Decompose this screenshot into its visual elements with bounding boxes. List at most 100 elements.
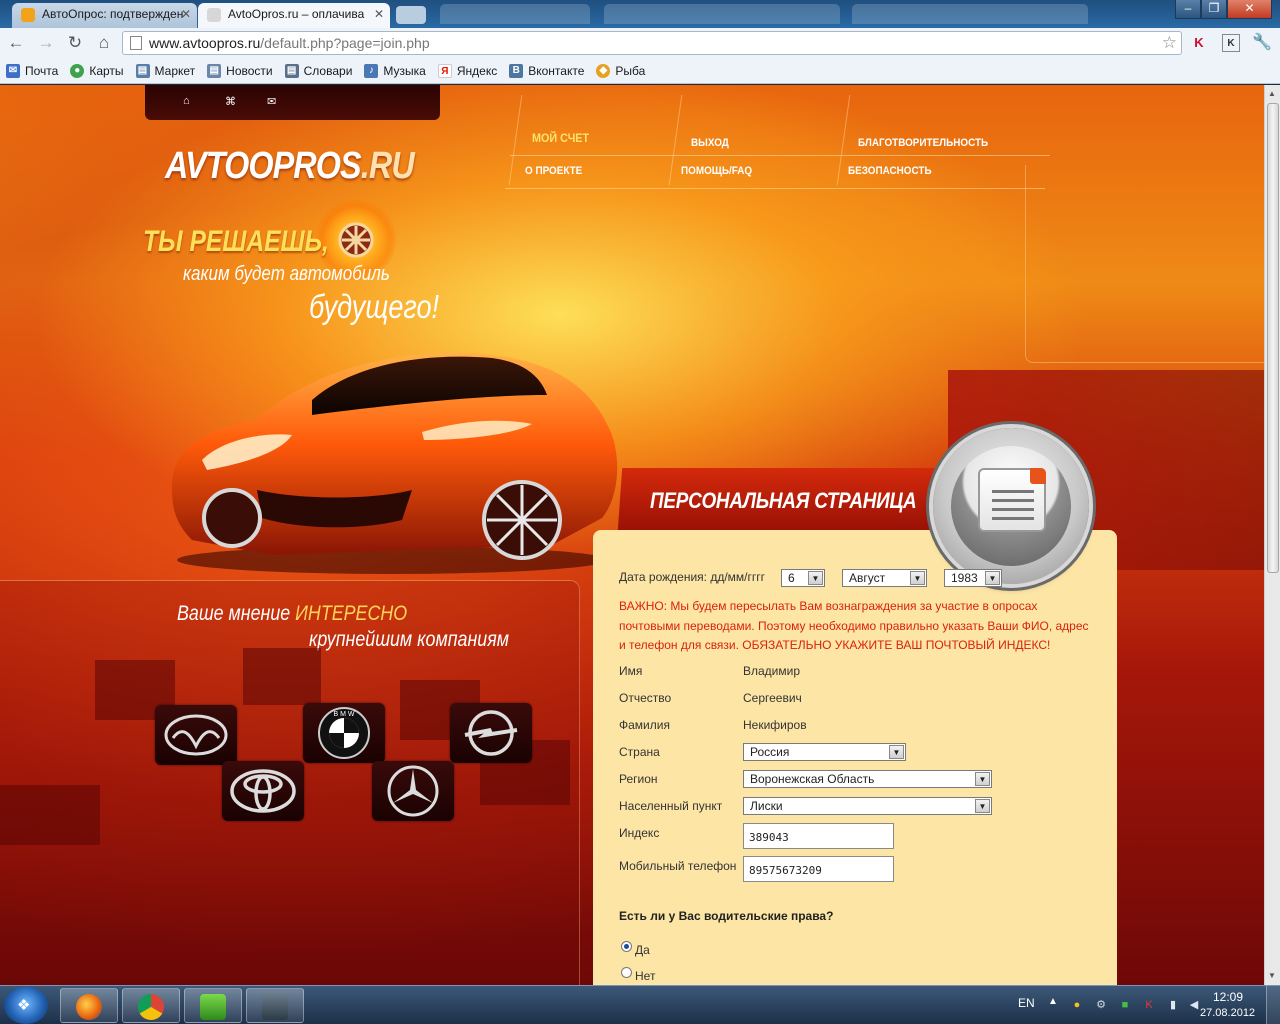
- bookmark-mail[interactable]: ✉ Почта: [6, 63, 58, 78]
- maximize-button[interactable]: ❐: [1201, 0, 1227, 19]
- country-select[interactable]: Россия ▼: [743, 743, 906, 761]
- sports-car-image: [171, 352, 618, 574]
- clock-time[interactable]: 12:09: [1213, 990, 1243, 1004]
- windows-taskbar: ❖ EN ▲ ● ⚙ ■ K ▮ ◀ 12:09 27.08.2012: [0, 985, 1280, 1024]
- menu-divider: [508, 95, 523, 185]
- bookmark-yandex[interactable]: Я Яндекс: [437, 63, 497, 78]
- scroll-up-icon[interactable]: ▲: [1268, 89, 1276, 98]
- page-icon: [130, 36, 142, 50]
- wrench-menu-icon[interactable]: 🔧: [1252, 34, 1272, 52]
- new-tab-button[interactable]: [396, 6, 426, 24]
- kaspersky-icon[interactable]: K: [1142, 998, 1156, 1012]
- zip-label: Индекс: [619, 826, 660, 840]
- network-icon[interactable]: ▮: [1166, 998, 1180, 1012]
- document-icon: [978, 468, 1046, 532]
- language-indicator[interactable]: EN: [1018, 996, 1035, 1010]
- bookmark-market[interactable]: ▤ Маркет: [135, 63, 195, 78]
- firefox-icon: [76, 994, 102, 1020]
- taskbar-counter-strike[interactable]: [246, 988, 304, 1023]
- taskbar-firefox[interactable]: [60, 988, 118, 1023]
- taskbar-chrome[interactable]: [122, 988, 180, 1023]
- address-bar[interactable]: www.avtoopros.ru/default.php?page=join.p…: [122, 31, 1182, 55]
- mail-icon: ✉: [6, 63, 20, 78]
- reload-icon[interactable]: ↻: [64, 32, 86, 54]
- mail-icon[interactable]: ✉: [267, 95, 276, 108]
- page-scrollbar[interactable]: ▲ ▼: [1264, 85, 1280, 985]
- license-yes-radio[interactable]: [621, 941, 632, 952]
- bookmark-news[interactable]: ▤ Новости: [207, 63, 273, 78]
- menu-security[interactable]: БЕЗОПАСНОСТЬ: [848, 165, 932, 177]
- steam-icon[interactable]: ⚙: [1094, 998, 1108, 1012]
- extension-icon[interactable]: K: [1222, 34, 1240, 52]
- bookmark-dictionaries[interactable]: ▤ Словари: [284, 63, 352, 78]
- forward-icon[interactable]: →: [35, 32, 57, 54]
- postal-warning: ВАЖНО: Мы будем пересылать Вам вознаграж…: [619, 599, 1089, 652]
- scroll-thumb[interactable]: [1267, 103, 1279, 573]
- first-name-value: Владимир: [743, 664, 801, 678]
- document-corner: [1030, 468, 1046, 484]
- close-icon[interactable]: ✕: [374, 7, 384, 21]
- city-select[interactable]: Лиски ▼: [743, 797, 992, 815]
- tab-title: AvtoOpros.ru – оплачива: [228, 7, 365, 21]
- birth-year-select[interactable]: 1983 ▼: [944, 569, 1002, 587]
- clock-date[interactable]: 27.08.2012: [1200, 1007, 1255, 1019]
- toyota-logo-icon[interactable]: [222, 761, 304, 821]
- site-logo[interactable]: AVTOOPROS.RU: [165, 145, 415, 188]
- menu-about[interactable]: О ПРОЕКТЕ: [525, 165, 582, 177]
- back-icon[interactable]: ←: [5, 32, 27, 54]
- close-icon[interactable]: ✕: [181, 7, 191, 21]
- menu-charity[interactable]: БЛАГОТВОРИТЕЛЬНОСТЬ: [858, 137, 988, 149]
- site-favicon-icon: [207, 8, 221, 22]
- menu-help[interactable]: ПОМОЩЬ/FAQ: [681, 165, 752, 177]
- zip-input[interactable]: 389043: [743, 823, 894, 849]
- close-window-button[interactable]: ✕: [1227, 0, 1272, 19]
- bmw-logo-icon[interactable]: B M W: [303, 703, 385, 763]
- country-label: Страна: [619, 745, 660, 759]
- sitemap-icon[interactable]: ⌘: [225, 95, 236, 108]
- phone-input[interactable]: 89575673209: [743, 856, 894, 882]
- page-viewport: ⌂ ⌘ ✉ AVTOOPROS.RU МОЙ СЧЕТ ВЫХОД БЛАГОТ…: [0, 85, 1264, 985]
- birth-day-select[interactable]: 6 ▼: [781, 569, 825, 587]
- volume-icon[interactable]: ◀: [1187, 998, 1201, 1012]
- home-icon[interactable]: ⌂: [183, 95, 190, 107]
- tab-avtoopros-confirm[interactable]: АвтоОпрос: подтвержден ✕: [12, 3, 197, 28]
- bookmarks-bar: ✉ Почта ● Карты ▤ Маркет ▤ Новости ▤ Словари …: [0, 58, 1280, 84]
- slogan-line-1: ТЫ РЕШАЕШЬ,: [143, 225, 329, 258]
- bookmark-music[interactable]: ♪ Музыка: [364, 63, 426, 78]
- mercedes-logo-icon[interactable]: [372, 761, 454, 821]
- opel-logo-icon[interactable]: [450, 703, 532, 763]
- license-no-label[interactable]: Нет: [635, 969, 655, 983]
- license-no-radio[interactable]: [621, 967, 632, 978]
- document-line: [992, 517, 1034, 520]
- kaspersky-extension-icon[interactable]: K: [1190, 34, 1208, 52]
- decorative-tile: [0, 785, 100, 845]
- menu-my-account[interactable]: МОЙ СЧЕТ: [532, 131, 589, 145]
- taskbar-app[interactable]: [184, 988, 242, 1023]
- background-window-tab: [852, 4, 1088, 24]
- region-select[interactable]: Воронежская Область ▼: [743, 770, 992, 788]
- home-icon[interactable]: ⌂: [93, 32, 115, 54]
- bookmark-star-icon[interactable]: ☆: [1162, 33, 1177, 53]
- show-desktop-button[interactable]: [1266, 986, 1280, 1024]
- tab-avtoopros-active[interactable]: AvtoOpros.ru – оплачива ✕: [198, 3, 390, 28]
- menu-exit[interactable]: ВЫХОД: [691, 137, 729, 149]
- music-icon: ♪: [364, 63, 379, 78]
- birth-month-select[interactable]: Август ▼: [842, 569, 927, 587]
- scroll-down-icon[interactable]: ▼: [1268, 971, 1276, 980]
- license-yes-label[interactable]: Да: [635, 943, 650, 957]
- tray-app-icon[interactable]: ●: [1070, 998, 1084, 1012]
- tray-expand-icon[interactable]: ▲: [1048, 996, 1058, 1007]
- tray-green-icon[interactable]: ■: [1118, 998, 1132, 1012]
- slogan-line-3: будущего!: [309, 288, 440, 325]
- minimize-button[interactable]: –: [1175, 0, 1201, 19]
- chevron-down-icon: ▼: [975, 772, 990, 786]
- start-button[interactable]: ❖: [4, 987, 48, 1024]
- bookmark-vkontakte[interactable]: B Вконтакте: [509, 63, 584, 78]
- mazda-logo-icon[interactable]: [155, 705, 237, 765]
- bookmark-maps[interactable]: ● Карты: [70, 63, 124, 78]
- birth-date-label: Дата рождения: дд/мм/гггг: [619, 570, 765, 584]
- fish-icon: ◆: [596, 63, 611, 78]
- bookmark-fish[interactable]: ◆ Рыба: [596, 63, 645, 78]
- decorative-frame: [1025, 165, 1264, 363]
- first-name-label: Имя: [619, 664, 643, 678]
